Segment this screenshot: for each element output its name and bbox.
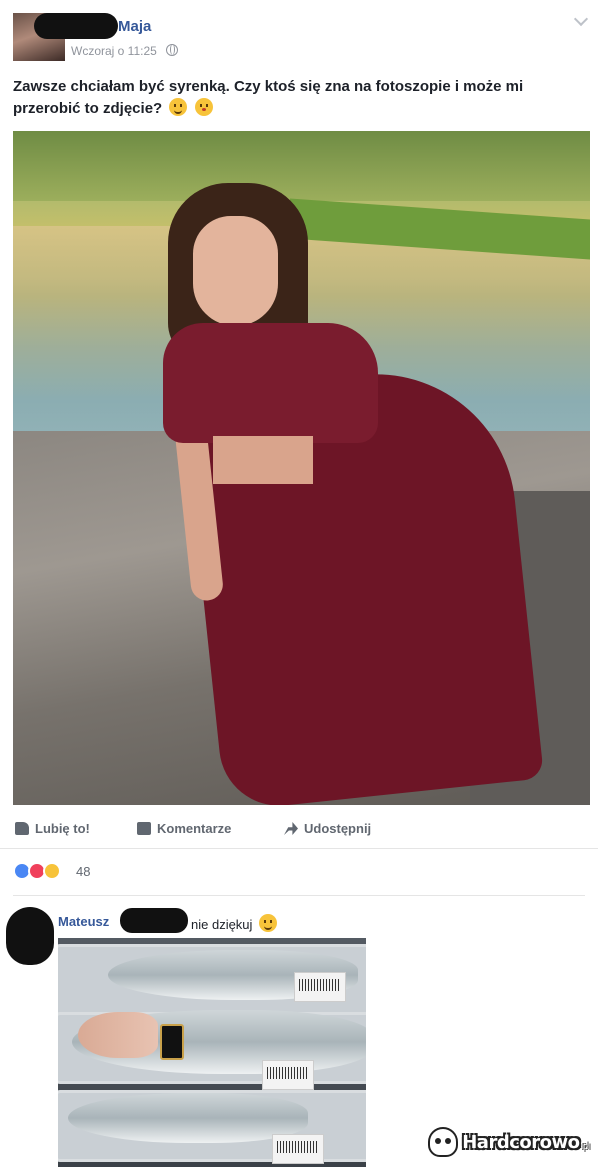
price-label bbox=[294, 972, 346, 1002]
smile-emoji-icon bbox=[169, 98, 188, 116]
comment-label: Komentarze bbox=[157, 821, 232, 836]
price-label bbox=[272, 1134, 324, 1164]
post-text: Zawsze chciałam być syrenką. Czy ktoś si… bbox=[13, 76, 583, 120]
fish-face-photoshop bbox=[78, 1012, 158, 1058]
comment-icon bbox=[137, 822, 151, 835]
comment-photo[interactable] bbox=[58, 938, 366, 1167]
reaction-count[interactable]: 48 bbox=[76, 864, 90, 879]
post-action-bar: Lubię to! Komentarze Udostępnij bbox=[13, 818, 585, 842]
photo-trees bbox=[13, 131, 590, 201]
watermark-suffix: .pl bbox=[580, 1141, 590, 1151]
photo-midriff bbox=[213, 436, 313, 484]
share-button[interactable]: Udostępnij bbox=[284, 821, 371, 836]
post-message: Zawsze chciałam być syrenką. Czy ktoś si… bbox=[13, 78, 524, 117]
like-button[interactable]: Lubię to! bbox=[15, 821, 90, 836]
comment-button[interactable]: Komentarze bbox=[137, 821, 231, 836]
globe-icon bbox=[166, 44, 178, 56]
comment-author[interactable]: Mateusz bbox=[58, 914, 109, 929]
comment-name-censor-bar bbox=[120, 908, 188, 933]
divider bbox=[0, 848, 598, 849]
site-watermark: Hardcorowo .pl bbox=[428, 1127, 590, 1157]
facebook-post: Maja Wczoraj o 11:25 Zawsze chciałam być… bbox=[0, 0, 598, 1167]
comment-text: nie dziękuj bbox=[191, 914, 278, 932]
photo-face bbox=[193, 216, 278, 326]
share-icon bbox=[284, 822, 298, 835]
comment-avatar-censored[interactable] bbox=[6, 907, 54, 965]
chevron-down-icon[interactable] bbox=[573, 11, 589, 27]
like-label: Lubię to! bbox=[35, 821, 90, 836]
divider bbox=[13, 895, 585, 896]
post-timestamp[interactable]: Wczoraj o 11:25 bbox=[71, 44, 157, 58]
comment-message: nie dziękuj bbox=[191, 917, 253, 932]
watermark-text: Hardcorowo bbox=[462, 1131, 580, 1153]
name-censor-bar bbox=[34, 13, 118, 39]
photo-censor-bar bbox=[160, 1024, 184, 1060]
kiss-emoji-icon bbox=[194, 98, 213, 116]
skull-icon bbox=[428, 1127, 459, 1157]
smile-emoji-icon bbox=[259, 914, 278, 932]
photo-top bbox=[163, 323, 378, 443]
post-photo[interactable] bbox=[13, 131, 590, 805]
author-name[interactable]: Maja bbox=[118, 18, 151, 35]
haha-reaction-icon bbox=[43, 862, 61, 880]
like-icon bbox=[15, 822, 29, 835]
price-label bbox=[262, 1060, 314, 1090]
share-label: Udostępnij bbox=[304, 821, 372, 836]
